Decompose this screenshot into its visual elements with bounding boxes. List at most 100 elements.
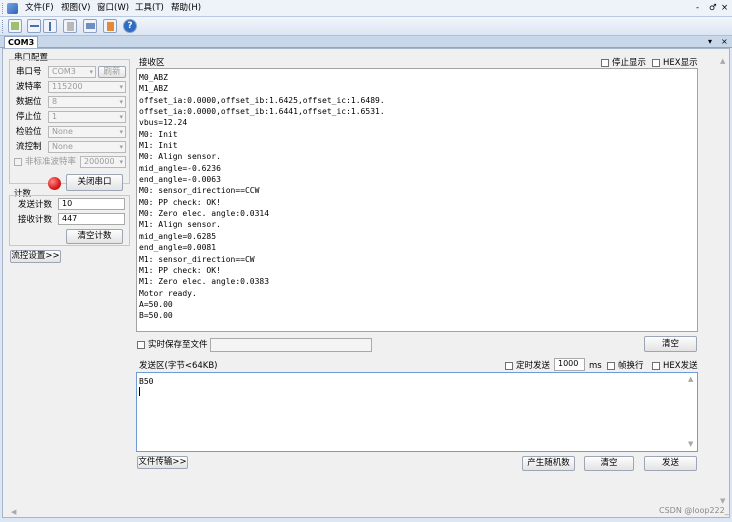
databits-select[interactable]: 8 ▾ — [48, 96, 126, 108]
menu-window[interactable]: 窗口(W) — [97, 2, 129, 15]
save-to-file-label: 实时保存至文件 — [148, 340, 208, 350]
hex-send-checkbox[interactable] — [652, 362, 660, 370]
new-session-icon[interactable] — [8, 19, 22, 33]
frame-newline-checkbox[interactable] — [607, 362, 615, 370]
watermark: CSDN @loop222_ — [659, 506, 729, 515]
close-port-button[interactable]: 关闭串口 — [66, 174, 123, 191]
receive-line: M1: sensor_direction==CW — [139, 254, 255, 264]
receive-line: M0: Init — [139, 129, 178, 139]
frame-newline-label: 帧换行 — [618, 361, 644, 371]
tab-list-icon[interactable]: ▾ — [708, 36, 712, 48]
menu-bar: 文件(F) 视图(V) 窗口(W) 工具(T) 帮助(H) - ♂ × — [0, 0, 732, 17]
close-window-button[interactable]: × — [721, 2, 728, 15]
receive-line: M0: Zero elec. angle:0.0314 — [139, 209, 270, 219]
send-interval-input[interactable]: 1000 — [554, 358, 585, 371]
send-area-title: 发送区(字节<64KB) — [139, 361, 218, 371]
port-status-indicator — [48, 177, 61, 190]
nonstd-baud-select[interactable]: 200000 ▾ — [80, 156, 126, 168]
receive-line: end_angle=0.0081 — [139, 243, 217, 253]
toolbar-grip — [2, 20, 5, 33]
save-file-path-field[interactable] — [210, 338, 372, 352]
calculator-icon[interactable] — [63, 19, 77, 33]
port-select[interactable]: COM3 ▾ — [48, 66, 96, 78]
receive-line: B=50.00 — [139, 311, 173, 321]
send-clear-button[interactable]: 清空 — [584, 456, 634, 471]
port-label: 串口号 — [16, 67, 42, 77]
receive-line: vbus=12.24 — [139, 118, 188, 128]
grip-handle — [2, 3, 5, 14]
baud-select[interactable]: 115200 ▾ — [48, 81, 126, 93]
hex-display-checkbox[interactable] — [652, 59, 660, 67]
send-content: B50 — [139, 377, 154, 386]
file-transfer-button[interactable]: 文件传输>> — [137, 456, 188, 469]
restore-button[interactable]: ♂ — [709, 2, 717, 15]
flow-control-select[interactable]: None ▾ — [48, 141, 126, 153]
close-tab-icon[interactable]: × — [721, 36, 728, 48]
receive-clear-button[interactable]: 清空 — [644, 336, 697, 352]
horizontal-split-icon[interactable] — [27, 19, 41, 33]
interval-unit-label: ms — [589, 361, 602, 371]
receive-line: end_angle=-0.0063 — [139, 175, 221, 185]
timed-send-label: 定时发送 — [516, 361, 551, 371]
main-panel: 串口配置 串口号 COM3 ▾ 刷新 波特率 115200 ▾ 数据位 8 ▾ 停止位… — [2, 48, 730, 518]
stop-display-checkbox[interactable] — [601, 59, 609, 67]
refresh-button[interactable]: 刷新 — [98, 66, 126, 78]
receive-line: offset_ia:0.0000,offset_ib:1.6441,offset… — [139, 107, 385, 117]
menu-help[interactable]: 帮助(H) — [171, 2, 201, 15]
receive-line: M1_ABZ — [139, 84, 168, 94]
stopbits-label: 停止位 — [16, 112, 42, 122]
random-data-button[interactable]: 产生随机数 — [522, 456, 575, 471]
flow-settings-button[interactable]: 流控设置>> — [10, 250, 61, 263]
recv-count-label: 接收计数 — [18, 215, 53, 225]
flow-control-label: 流控制 — [16, 142, 42, 152]
receive-line: M0: Align sensor. — [139, 152, 221, 162]
panel-scroll-up-icon[interactable]: ▲ — [720, 57, 725, 65]
receive-line: M1: Zero elec. angle:0.0383 — [139, 277, 270, 287]
stopbits-select[interactable]: 1 ▾ — [48, 111, 126, 123]
hex-send-label: HEX发送 — [663, 361, 698, 371]
send-scroll-down-icon[interactable]: ▼ — [688, 440, 693, 448]
receive-line: M1: PP check: OK! — [139, 265, 221, 275]
tab-com3[interactable]: COM3 — [4, 36, 39, 48]
timed-send-checkbox[interactable] — [505, 362, 513, 370]
receive-textarea[interactable]: M0_ABZ M1_ABZ offset_ia:0.0000,offset_ib:1… — [136, 68, 698, 332]
receive-line: mid_angle=-0.6236 — [139, 163, 221, 173]
nonstd-baud-checkbox[interactable] — [14, 158, 22, 166]
text-cursor — [139, 387, 140, 396]
baud-label: 波特率 — [16, 82, 42, 92]
send-button[interactable]: 发送 — [644, 456, 697, 471]
menu-tools[interactable]: 工具(T) — [135, 2, 164, 15]
recv-count-value: 447 — [58, 213, 125, 225]
sent-count-label: 发送计数 — [18, 200, 53, 210]
panel-scroll-left-icon[interactable]: ◀ — [11, 508, 16, 516]
parity-label: 检验位 — [16, 127, 42, 137]
parity-select[interactable]: None ▾ — [48, 126, 126, 138]
receive-line: mid_angle=0.6285 — [139, 231, 217, 241]
clear-count-button[interactable]: 清空计数 — [66, 229, 123, 244]
receive-line: offset_ia:0.0000,offset_ib:1.6425,offset… — [139, 95, 385, 105]
panel-scroll-down-icon[interactable]: ▼ — [720, 497, 725, 505]
menu-view[interactable]: 视图(V) — [61, 2, 90, 15]
receive-line: M0: PP check: OK! — [139, 197, 221, 207]
nonstd-baud-label: 非标准波特率 — [25, 157, 77, 167]
receive-line: Motor ready. — [139, 288, 197, 298]
receive-line: M1: Align sensor. — [139, 220, 221, 230]
receive-line: A=50.00 — [139, 299, 173, 309]
menu-file[interactable]: 文件(F) — [25, 2, 54, 15]
upload-icon[interactable] — [103, 19, 117, 33]
toolbar: ? — [0, 17, 732, 36]
send-scroll-up-icon[interactable]: ▲ — [688, 375, 693, 383]
connection-icon[interactable] — [83, 19, 97, 33]
send-textarea[interactable]: B50 ▲ ▼ — [136, 372, 698, 452]
databits-label: 数据位 — [16, 97, 42, 107]
save-to-file-checkbox[interactable] — [137, 341, 145, 349]
vertical-split-icon[interactable] — [43, 19, 57, 33]
sent-count-value: 10 — [58, 198, 125, 210]
receive-content: M0_ABZ M1_ABZ offset_ia:0.0000,offset_ib:1… — [139, 72, 385, 322]
minimize-button[interactable]: - — [696, 2, 699, 15]
help-icon[interactable]: ? — [123, 19, 137, 33]
receive-line: M1: Init — [139, 141, 178, 151]
receive-line: M0: sensor_direction==CCW — [139, 186, 260, 196]
tab-bar: COM3 ▾ × — [0, 36, 732, 48]
app-icon — [7, 3, 18, 14]
